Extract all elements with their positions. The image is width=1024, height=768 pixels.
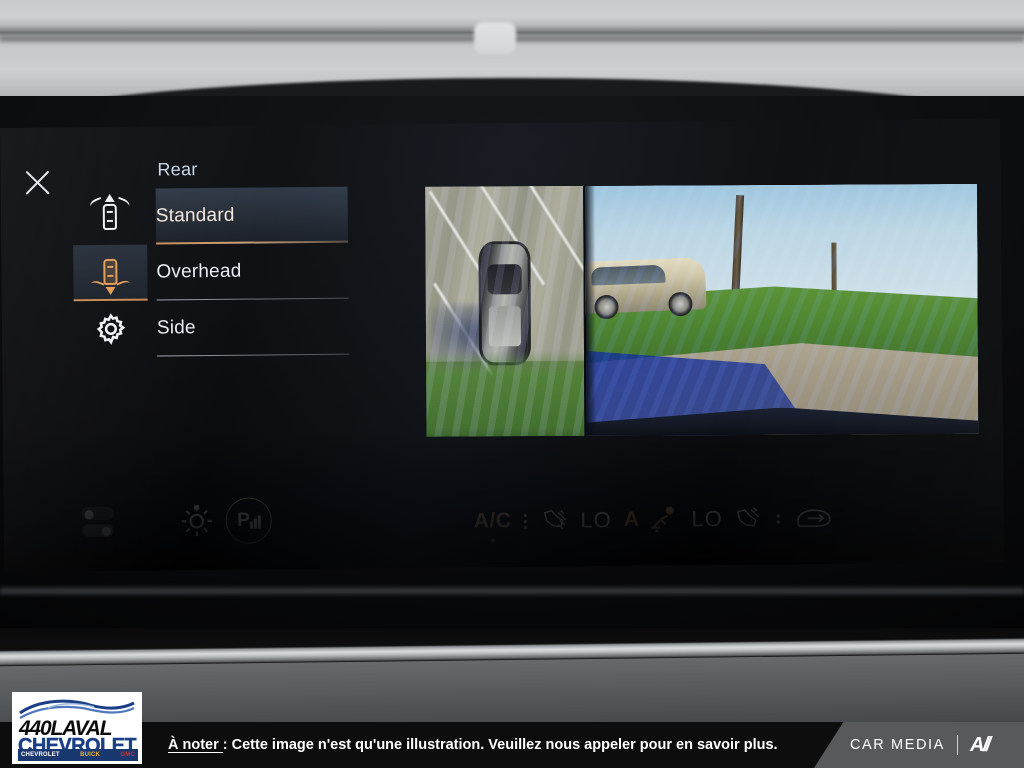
disclaimer-text: À noter : Cette image n'est qu'une illus… <box>168 737 778 753</box>
overhead-top-down-camera-view <box>425 185 585 437</box>
menu-item-standard-label: Standard <box>155 204 235 227</box>
parking-assist-button[interactable]: P <box>225 497 273 544</box>
brand-buick: BUICK <box>80 752 101 758</box>
seat-heater-icon[interactable] <box>735 506 765 532</box>
bezel-highlight <box>0 585 1024 597</box>
ac-button[interactable]: A/C <box>473 509 512 543</box>
fan-level-dots <box>523 513 527 529</box>
dealer-logo: 440LAVAL CHEVROLET CHEVROLET BUICK GMC <box>12 692 142 764</box>
parking-assist-label: P <box>237 509 249 531</box>
overhead-camera-icon <box>89 249 132 295</box>
menu-item-side[interactable]: Side <box>157 299 350 357</box>
rail-item-settings[interactable] <box>74 301 149 358</box>
rear-camera-view <box>585 183 979 436</box>
wing-right <box>115 196 131 210</box>
seat-heater-icon[interactable] <box>540 508 568 534</box>
settings-gear-icon <box>96 313 126 345</box>
vehicle-body <box>102 203 117 231</box>
provider-separator <box>956 735 958 755</box>
av-logo: A// <box>969 733 991 756</box>
air-recirculation-icon[interactable] <box>794 506 834 530</box>
menu-item-side-label: Side <box>156 317 196 339</box>
menu-item-overhead[interactable]: Overhead <box>156 243 349 301</box>
arrow-up <box>104 193 115 202</box>
brand-gmc: GMC <box>120 752 135 758</box>
rail-item-overhead[interactable] <box>73 244 148 302</box>
camera-mode-menu: Standard Overhead Side <box>155 186 350 357</box>
auto-climate-seat-icon[interactable] <box>645 505 679 533</box>
toggle-switch-on[interactable] <box>81 523 114 538</box>
rail-item-standard[interactable] <box>73 189 148 246</box>
infotainment-screen: Rear Standard Overhead Side P A/C LO A L… <box>0 118 1005 572</box>
dashboard-vent <box>474 22 516 54</box>
brand-chevrolet: CHEVROLET <box>21 752 60 758</box>
camera-view-frame[interactable] <box>425 183 979 437</box>
ac-status-dot <box>490 538 495 543</box>
screen-control-bar: P A/C LO A LO <box>3 482 1004 572</box>
wing-left <box>89 279 105 293</box>
moire-artifact <box>585 183 979 436</box>
provider-name: CAR MEDIA <box>849 737 945 753</box>
dealer-logo-brands: CHEVROLET BUICK GMC <box>18 749 138 761</box>
page-title: Rear <box>157 159 198 180</box>
driver-temperature[interactable]: LO <box>580 507 612 533</box>
hvac-control-strip: A/C LO A LO <box>474 496 834 543</box>
wing-left <box>88 196 104 211</box>
toggle-switch-off[interactable] <box>81 506 114 521</box>
camera-mode-rail <box>73 189 149 358</box>
menu-item-standard[interactable]: Standard <box>155 186 349 245</box>
disclaimer-banner: À noter : Cette image n'est qu'une illus… <box>0 722 1024 768</box>
menu-item-overhead-label: Overhead <box>156 260 242 283</box>
lens-vignette <box>585 185 597 436</box>
rear-camera-standard-icon <box>88 193 131 240</box>
close-icon[interactable] <box>20 165 54 199</box>
moire-artifact <box>425 185 585 437</box>
provider-badge: CAR MEDIA A// <box>814 722 1024 768</box>
passenger-temperature[interactable]: LO <box>691 506 723 532</box>
ac-label: A/C <box>473 509 512 533</box>
fan-level-dots <box>776 514 780 524</box>
screenshot-root: Rear Standard Overhead Side P A/C LO A L… <box>0 0 1024 768</box>
disclaimer-body: : Cette image n'est qu'une illustration.… <box>222 737 778 753</box>
display-toggles-icon[interactable] <box>81 506 116 541</box>
disclaimer-prefix: À noter <box>168 737 223 753</box>
auto-climate-label[interactable]: A <box>624 508 640 532</box>
arrow-down <box>105 286 116 295</box>
vehicle-body <box>103 258 118 286</box>
toggle-knob <box>101 526 111 536</box>
toggle-knob <box>84 509 94 519</box>
parking-assist-waves-icon <box>249 513 261 529</box>
brightness-icon[interactable] <box>180 504 214 538</box>
wing-right <box>116 278 132 292</box>
